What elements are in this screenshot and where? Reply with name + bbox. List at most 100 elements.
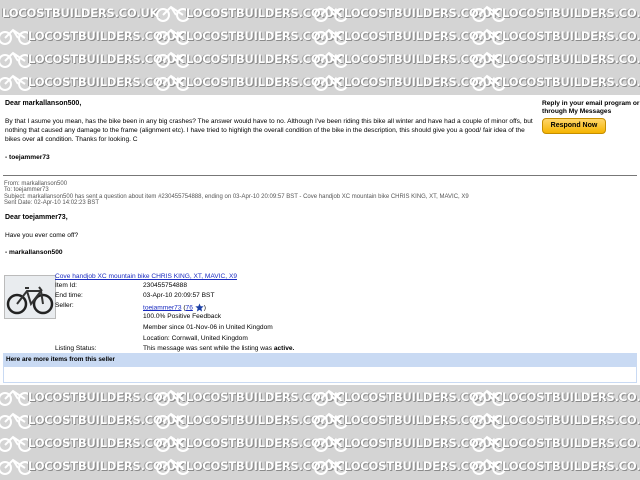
bike-logo-icon <box>472 28 506 45</box>
watermark-tile: LOCOSTBUILDERS.CO.UK <box>0 2 158 24</box>
listing-status-text: This message was sent while the listing … <box>143 345 272 352</box>
watermark-tile: LOCOSTBUILDERS.CO.UK <box>468 455 640 477</box>
bike-logo-icon <box>472 412 506 429</box>
question-salutation: Dear toejammer73, <box>5 214 68 221</box>
watermark-row: LOCOSTBUILDERS.CO.UK LOCOSTBUILDERS.CO.UK… <box>0 48 640 70</box>
bike-logo-icon <box>314 28 348 45</box>
star-icon <box>195 303 204 312</box>
question-text: Have you ever come off? <box>5 232 79 239</box>
bike-logo-icon <box>156 412 190 429</box>
watermark-tile: LOCOSTBUILDERS.CO.UK <box>310 455 500 477</box>
watermark-tile: LOCOSTBUILDERS.CO.UK <box>468 71 640 93</box>
reply-message: Dear markallanson500, By that I asume yo… <box>5 100 541 161</box>
watermark-tile: LOCOSTBUILDERS.CO.UK <box>152 71 342 93</box>
member-since: Member since 01-Nov-06 in United Kingdom <box>143 324 273 331</box>
watermark-text: LOCOSTBUILDERS.CO.UK <box>502 459 640 473</box>
bike-logo-icon <box>472 389 506 406</box>
watermark-tile: LOCOSTBUILDERS.CO.UK <box>310 386 500 408</box>
watermark-tile: LOCOSTBUILDERS.CO.UK <box>310 71 500 93</box>
item-title-link[interactable]: Cove handjob XC mountain bike CHRIS KING… <box>55 273 237 280</box>
watermark-tile: LOCOSTBUILDERS.CO.UK <box>310 2 500 24</box>
respond-now-button[interactable]: Respond Now <box>542 118 606 134</box>
reply-box: Reply in your email program or through M… <box>542 100 640 134</box>
watermark-row: LOCOSTBUILDERS.CO.UK LOCOSTBUILDERS.CO.UK… <box>0 455 640 477</box>
item-id-label: Item Id: <box>55 282 77 289</box>
watermark-tile: LOCOSTBUILDERS.CO.UK <box>0 71 184 93</box>
bike-logo-icon <box>472 458 506 475</box>
seller-score-link[interactable]: 76 <box>186 304 193 311</box>
bike-logo-icon <box>472 5 506 22</box>
reply-body: By that I asume you mean, has the bike b… <box>5 118 533 143</box>
watermark-text: LOCOSTBUILDERS.CO.UK <box>502 52 640 66</box>
watermark-tile: LOCOSTBUILDERS.CO.UK <box>468 25 640 47</box>
watermark-text: LOCOSTBUILDERS.CO.UK <box>502 436 640 450</box>
watermark-tile: LOCOSTBUILDERS.CO.UK <box>152 25 342 47</box>
end-time-value: 03-Apr-10 20:09:57 BST <box>143 292 215 299</box>
bike-logo-icon <box>156 51 190 68</box>
message-meta: From: markallanson500 To: toejammer73 Su… <box>4 181 636 207</box>
message-panel: Dear markallanson500, By that I asume yo… <box>0 95 640 385</box>
watermark-tile: LOCOSTBUILDERS.CO.UK <box>0 432 184 454</box>
watermark-tile: LOCOSTBUILDERS.CO.UK <box>468 386 640 408</box>
watermark-tile: LOCOSTBUILDERS.CO.UK <box>152 48 342 70</box>
bike-logo-icon <box>156 28 190 45</box>
watermark-tile: LOCOSTBUILDERS.CO.UK <box>0 48 184 70</box>
bike-logo-icon <box>314 412 348 429</box>
watermark-row: LOCOSTBUILDERS.CO.UK LOCOSTBUILDERS.CO.UK… <box>0 25 640 47</box>
watermark-tile: LOCOSTBUILDERS.CO.UK <box>0 25 184 47</box>
bike-logo-icon <box>156 5 190 22</box>
watermark-tile: LOCOSTBUILDERS.CO.UK <box>468 2 640 24</box>
item-thumbnail[interactable] <box>4 275 56 319</box>
listing-status-label: Listing Status: <box>55 345 97 352</box>
seller-name-link[interactable]: toejammer73 <box>143 304 181 311</box>
watermark-tile: LOCOSTBUILDERS.CO.UK <box>468 48 640 70</box>
watermark-row: LOCOSTBUILDERS.CO.UK LOCOSTBUILDERS.CO.UK… <box>0 409 640 431</box>
listing-status-value: This message was sent while the listing … <box>143 345 294 352</box>
question-message: Dear toejammer73, Have you ever come off… <box>5 214 605 256</box>
end-time-label: End time: <box>55 292 83 299</box>
watermark-text: LOCOSTBUILDERS.CO.UK <box>502 6 640 20</box>
watermark-text: LOCOSTBUILDERS.CO.UK <box>502 29 640 43</box>
question-signature: - markallanson500 <box>5 249 63 256</box>
watermark-text: LOCOSTBUILDERS.CO.UK <box>502 413 640 427</box>
watermark-tile: LOCOSTBUILDERS.CO.UK <box>152 432 342 454</box>
listing-status-state: active. <box>273 345 295 352</box>
watermark-tile: LOCOSTBUILDERS.CO.UK <box>152 2 342 24</box>
more-items-header: Here are more items from this seller <box>3 353 637 367</box>
watermark-tile: LOCOSTBUILDERS.CO.UK <box>468 432 640 454</box>
bike-logo-icon <box>314 5 348 22</box>
bike-logo-icon <box>314 51 348 68</box>
bike-logo-icon <box>156 74 190 91</box>
reply-salutation: Dear markallanson500, <box>5 100 82 107</box>
watermark-text: LOCOSTBUILDERS.CO.UK <box>2 6 159 20</box>
reply-signature: - toejammer73 <box>5 154 50 161</box>
feedback-percent: 100.0% Positive Feedback <box>143 313 222 320</box>
watermark-tile: LOCOSTBUILDERS.CO.UK <box>310 48 500 70</box>
watermark-tile: LOCOSTBUILDERS.CO.UK <box>0 386 184 408</box>
watermark-row: LOCOSTBUILDERS.CO.UK LOCOSTBUILDERS.CO.UK… <box>0 2 640 24</box>
watermark-row: LOCOSTBUILDERS.CO.UK LOCOSTBUILDERS.CO.UK… <box>0 71 640 93</box>
bike-logo-icon <box>472 74 506 91</box>
bike-logo-icon <box>156 458 190 475</box>
item-id-value: 230455754888 <box>143 282 188 289</box>
watermark-tile: LOCOSTBUILDERS.CO.UK <box>152 455 342 477</box>
reply-instructions: Reply in your email program or through M… <box>542 100 640 115</box>
bike-logo-icon <box>156 435 190 452</box>
divider <box>3 175 637 176</box>
bike-logo-icon <box>156 389 190 406</box>
bike-logo-icon <box>314 389 348 406</box>
watermark-tile: LOCOSTBUILDERS.CO.UK <box>310 25 500 47</box>
seller-label: Seller: <box>55 302 74 309</box>
bike-logo-icon <box>472 51 506 68</box>
watermark-text: LOCOSTBUILDERS.CO.UK <box>502 390 640 404</box>
meta-sent-date: Sent Date: 02-Apr-10 14:02:23 BST <box>4 200 100 207</box>
watermark-text: LOCOSTBUILDERS.CO.UK <box>502 75 640 89</box>
watermark-row: LOCOSTBUILDERS.CO.UK LOCOSTBUILDERS.CO.UK… <box>0 432 640 454</box>
watermark-tile: LOCOSTBUILDERS.CO.UK <box>468 409 640 431</box>
watermark-tile: LOCOSTBUILDERS.CO.UK <box>152 386 342 408</box>
more-items-area <box>3 367 637 383</box>
seller-info: toejammer73 (76 ) <box>143 303 206 312</box>
bike-logo-icon <box>472 435 506 452</box>
seller-location: Location: Cornwall, United Kingdom <box>143 335 248 342</box>
bike-logo-icon <box>314 74 348 91</box>
